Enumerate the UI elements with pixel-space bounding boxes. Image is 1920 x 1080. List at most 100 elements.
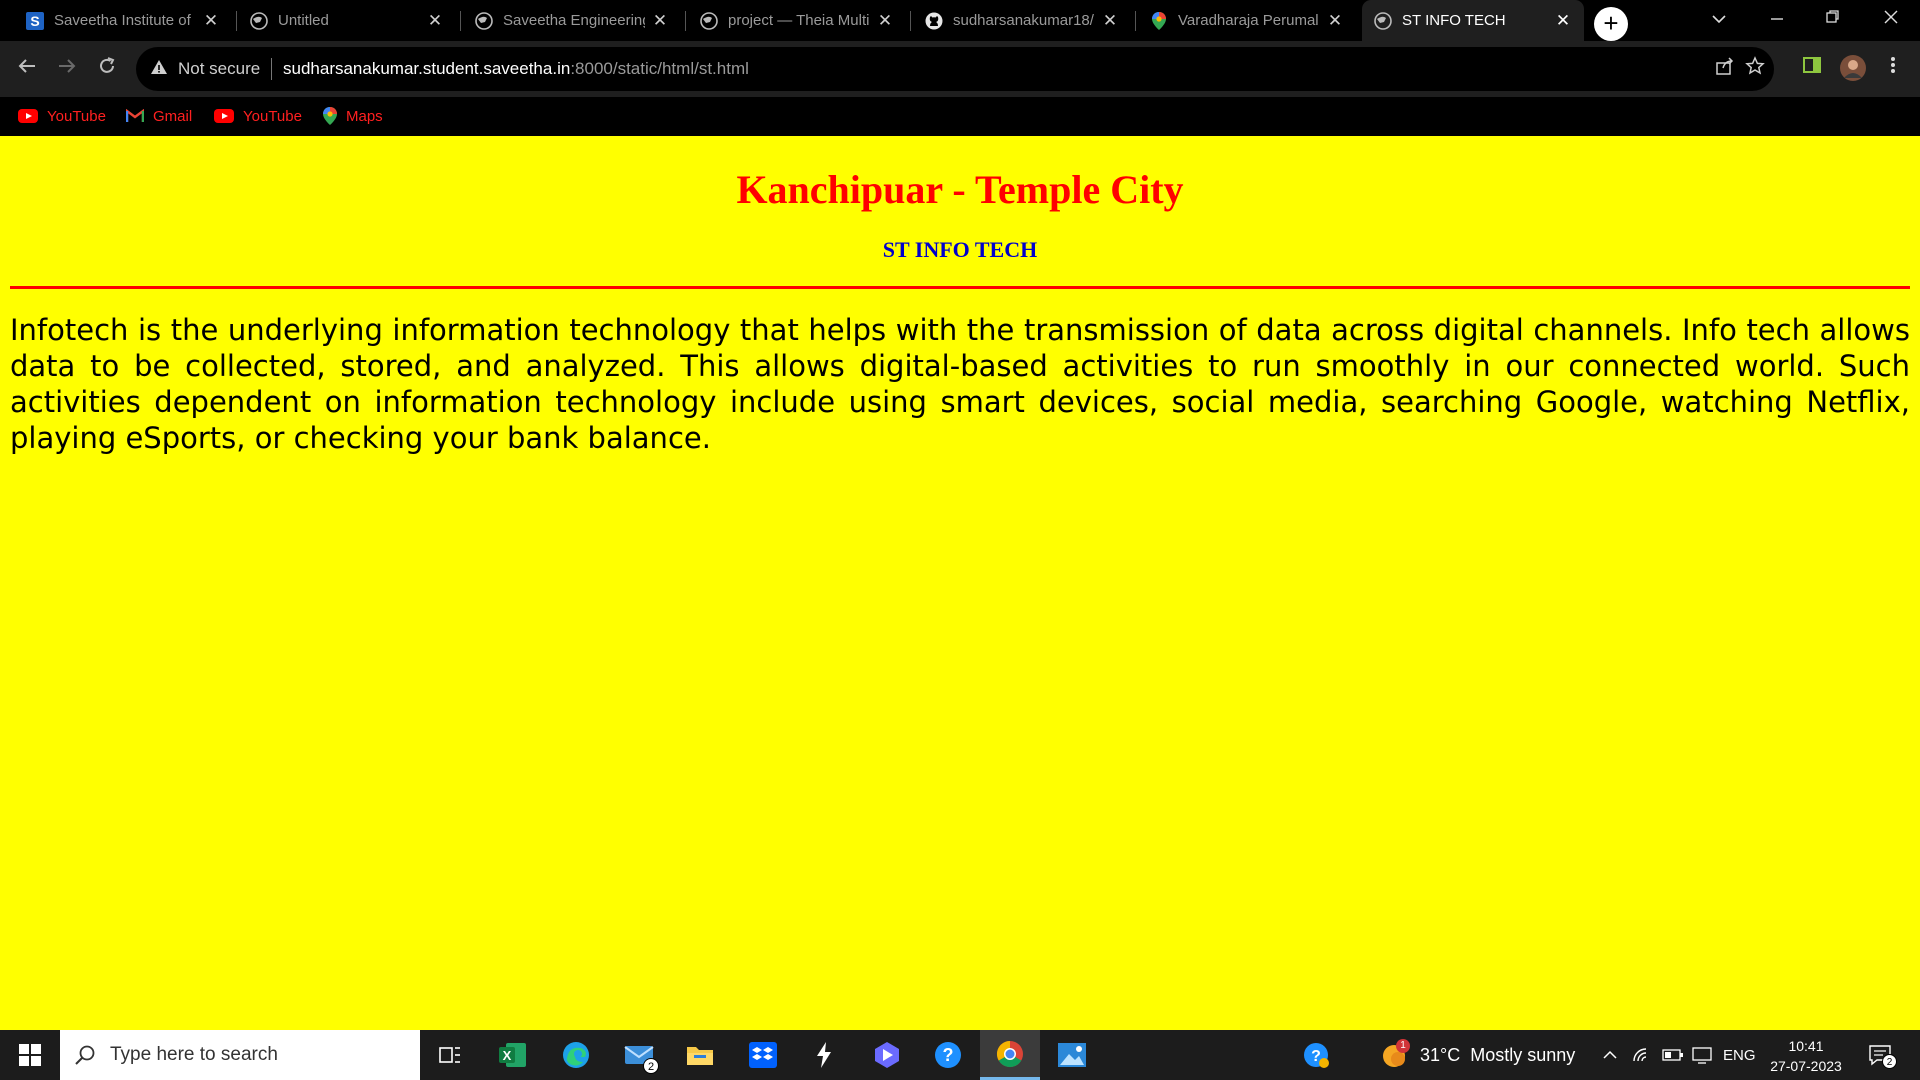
tab-title: project — Theia Multi-Language [728,12,870,29]
warning-icon[interactable] [150,58,168,81]
close-icon[interactable]: ✕ [1326,11,1344,31]
help-tray-icon[interactable]: ? [1286,1030,1346,1080]
notifications-icon[interactable]: 2 [1868,1030,1897,1080]
bookmark-label: Gmail [153,107,193,125]
back-icon[interactable] [9,51,45,87]
url-path: :8000/static/html/st.html [570,59,749,78]
tab-separator [910,11,911,31]
bookmark-youtube[interactable]: YouTube [18,105,106,127]
wifi-icon[interactable] [1632,1030,1650,1080]
tab-title: sudharsanakumar18/Infotech [953,12,1095,29]
notification-badge: 2 [1882,1054,1897,1069]
tab-title: ST INFO TECH [1402,12,1506,29]
mail-icon[interactable]: 2 [609,1030,669,1080]
tab-saveetha-engineering[interactable]: Saveetha Engineering College ✕ [463,0,681,41]
search-placeholder: Type here to search [110,1044,278,1065]
tab-strip: S Saveetha Institute of Medical ✕ Untitl… [0,0,1920,41]
menu-kebab-icon[interactable] [1878,54,1908,84]
address-bar[interactable]: Not secure sudharsanakumar.student.savee… [136,47,1774,91]
browser-toolbar: Not secure sudharsanakumar.student.savee… [0,41,1920,97]
tab-saveetha-institute[interactable]: S Saveetha Institute of Medical ✕ [14,0,232,41]
weather-sun-icon: 1 [1380,1039,1410,1069]
svg-text:?: ? [943,1045,954,1065]
close-window-icon[interactable] [1862,0,1920,41]
tab-title: Saveetha Engineering College [503,12,645,29]
bookmark-maps[interactable]: Maps [323,105,383,127]
battery-icon[interactable] [1662,1030,1684,1080]
reload-icon[interactable] [89,51,125,87]
tab-github[interactable]: sudharsanakumar18/Infotech ✕ [913,0,1131,41]
close-icon[interactable]: ✕ [202,11,220,31]
forward-icon[interactable] [49,51,85,87]
tab-untitled[interactable]: Untitled ✕ [238,0,456,41]
bookmarks-bar: YouTube Gmail YouTube Maps [0,97,1920,136]
horizontal-rule [10,286,1910,289]
page-paragraph: Infotech is the underlying information t… [10,313,1910,455]
display-icon[interactable] [1692,1030,1712,1080]
taskbar-search-input[interactable]: Type here to search [60,1030,420,1080]
page-title: Kanchipuar - Temple City [736,167,1184,212]
tab-separator [236,11,237,31]
globe-icon [250,11,268,30]
photos-icon[interactable] [1042,1030,1102,1080]
search-icon [74,1044,96,1066]
page-subtitle: ST INFO TECH [882,237,1038,262]
security-label[interactable]: Not secure [178,59,260,79]
share-icon[interactable] [1712,56,1738,82]
language-indicator[interactable]: ENG [1723,1030,1756,1080]
tab-separator [460,11,461,31]
edge-icon[interactable] [546,1030,606,1080]
maps-pin-icon [1150,11,1168,30]
svg-text:X: X [503,1048,512,1063]
bookmark-youtube[interactable]: YouTube [214,105,302,127]
close-icon[interactable]: ✕ [876,11,894,31]
weather-alert-badge: 1 [1396,1039,1410,1053]
url-text[interactable]: sudharsanakumar.student.saveetha.in:8000… [283,59,749,79]
svg-text:S: S [30,13,39,29]
tab-st-info-tech[interactable]: ST INFO TECH ✕ [1362,0,1584,41]
windows-start-icon[interactable] [0,1030,60,1080]
tab-varadharaja[interactable]: Varadharaja Perumal Temple ✕ [1138,0,1356,41]
dropbox-icon[interactable] [733,1030,793,1080]
video-editor-icon[interactable] [857,1030,917,1080]
help-icon[interactable]: ? [918,1030,978,1080]
globe-icon [1374,11,1392,30]
gmail-icon [126,109,144,123]
github-icon [925,12,943,30]
globe-icon [475,11,493,30]
tab-title: Varadharaja Perumal Temple [1178,12,1320,29]
chrome-icon[interactable] [980,1030,1040,1080]
tab-title: Saveetha Institute of Medical [54,12,196,29]
side-panel-icon[interactable] [1797,54,1827,84]
excel-icon[interactable]: X [483,1030,543,1080]
system-clock[interactable]: 10:41 27-07-2023 [1762,1036,1850,1076]
minimize-icon[interactable] [1748,0,1806,41]
bookmark-label: YouTube [47,107,106,125]
restore-icon[interactable] [1804,0,1862,41]
file-explorer-icon[interactable] [670,1030,730,1080]
new-tab-button[interactable]: + [1594,7,1628,41]
bookmark-label: Maps [346,107,383,125]
maps-pin-icon [323,107,337,125]
close-icon[interactable]: ✕ [651,11,669,31]
tab-search-icon[interactable] [1690,0,1748,41]
divider [271,58,272,80]
youtube-icon [214,109,234,123]
task-view-icon[interactable] [420,1030,480,1080]
close-icon[interactable]: ✕ [1554,11,1572,31]
tab-project-theia[interactable]: project — Theia Multi-Language ✕ [688,0,906,41]
weather-widget[interactable]: 1 31°C Mostly sunny [1380,1030,1575,1080]
bookmark-gmail[interactable]: Gmail [126,105,192,127]
avatar[interactable] [1838,54,1868,84]
bolt-app-icon[interactable] [794,1030,854,1080]
chevron-up-icon[interactable] [1602,1030,1618,1080]
tab-separator [685,11,686,31]
close-icon[interactable]: ✕ [1101,11,1119,31]
saveetha-s-icon: S [26,11,44,30]
clock-date: 27-07-2023 [1770,1058,1842,1074]
mail-badge: 2 [643,1058,659,1074]
close-icon[interactable]: ✕ [426,11,444,31]
bookmark-star-icon[interactable] [1742,56,1768,82]
bookmark-label: YouTube [243,107,302,125]
youtube-icon [18,109,38,123]
